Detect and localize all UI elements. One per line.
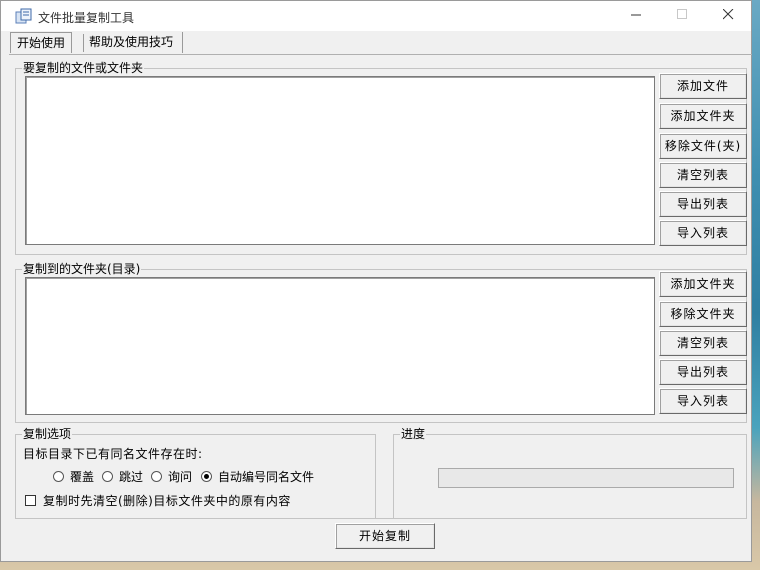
clear-target-checkbox[interactable] [25, 495, 36, 506]
close-icon [722, 8, 733, 20]
progress-bar [438, 468, 734, 488]
radio-overwrite[interactable]: 覆盖 [53, 468, 94, 485]
dest-folder-list[interactable] [25, 277, 655, 415]
import-dest-list-button[interactable]: 导入列表 [659, 388, 747, 414]
minimize-icon [630, 14, 641, 16]
tab-divider [83, 34, 84, 52]
tab-help[interactable]: 帮助及使用技巧 [83, 32, 183, 53]
source-group-label: 要复制的文件或文件夹 [22, 61, 145, 75]
tab-start[interactable]: 开始使用 [10, 32, 72, 53]
options-group-label: 复制选项 [22, 427, 73, 441]
radio-circle [102, 471, 113, 482]
export-source-list-button[interactable]: 导出列表 [659, 191, 747, 217]
radio-label: 跳过 [119, 470, 144, 484]
clear-source-list-button[interactable]: 清空列表 [659, 162, 747, 188]
start-copy-button[interactable]: 开始复制 [335, 523, 435, 549]
source-file-list[interactable] [25, 76, 655, 245]
clear-target-label[interactable]: 复制时先清空(删除)目标文件夹中的原有内容 [43, 494, 291, 508]
minimize-button[interactable] [613, 1, 659, 31]
add-dest-folder-button[interactable]: 添加文件夹 [659, 271, 747, 297]
title-bar: 文件批量复制工具 [1, 1, 751, 31]
remove-file-button[interactable]: 移除文件(夹) [659, 133, 747, 159]
radio-label: 自动编号同名文件 [218, 470, 315, 484]
add-file-button[interactable]: 添加文件 [659, 73, 747, 99]
radio-circle [151, 471, 162, 482]
conflict-prompt: 目标目录下已有同名文件存在时: [23, 447, 203, 461]
remove-dest-folder-button[interactable]: 移除文件夹 [659, 301, 747, 327]
maximize-icon [676, 9, 687, 19]
radio-ask[interactable]: 询问 [151, 468, 192, 485]
radio-label: 覆盖 [70, 470, 95, 484]
import-source-list-button[interactable]: 导入列表 [659, 220, 747, 246]
maximize-button [659, 1, 705, 31]
add-folder-button[interactable]: 添加文件夹 [659, 103, 747, 129]
progress-group-label: 进度 [400, 427, 427, 441]
dest-group-label: 复制到的文件夹(目录) [22, 262, 142, 276]
clear-dest-list-button[interactable]: 清空列表 [659, 330, 747, 356]
radio-label: 询问 [168, 470, 193, 484]
window-title: 文件批量复制工具 [38, 11, 135, 25]
close-button[interactable] [705, 1, 751, 31]
export-dest-list-button[interactable]: 导出列表 [659, 359, 747, 385]
radio-auto-number[interactable]: 自动编号同名文件 [201, 468, 314, 485]
copy-files-icon [15, 8, 33, 24]
radio-circle [201, 471, 212, 482]
bottom-divider [15, 518, 747, 519]
app-window: 文件批量复制工具 开始使用 帮助及使用技巧 要复制的文件或文件夹 添加文件 添加… [0, 0, 752, 562]
radio-skip[interactable]: 跳过 [102, 468, 143, 485]
radio-circle [53, 471, 64, 482]
